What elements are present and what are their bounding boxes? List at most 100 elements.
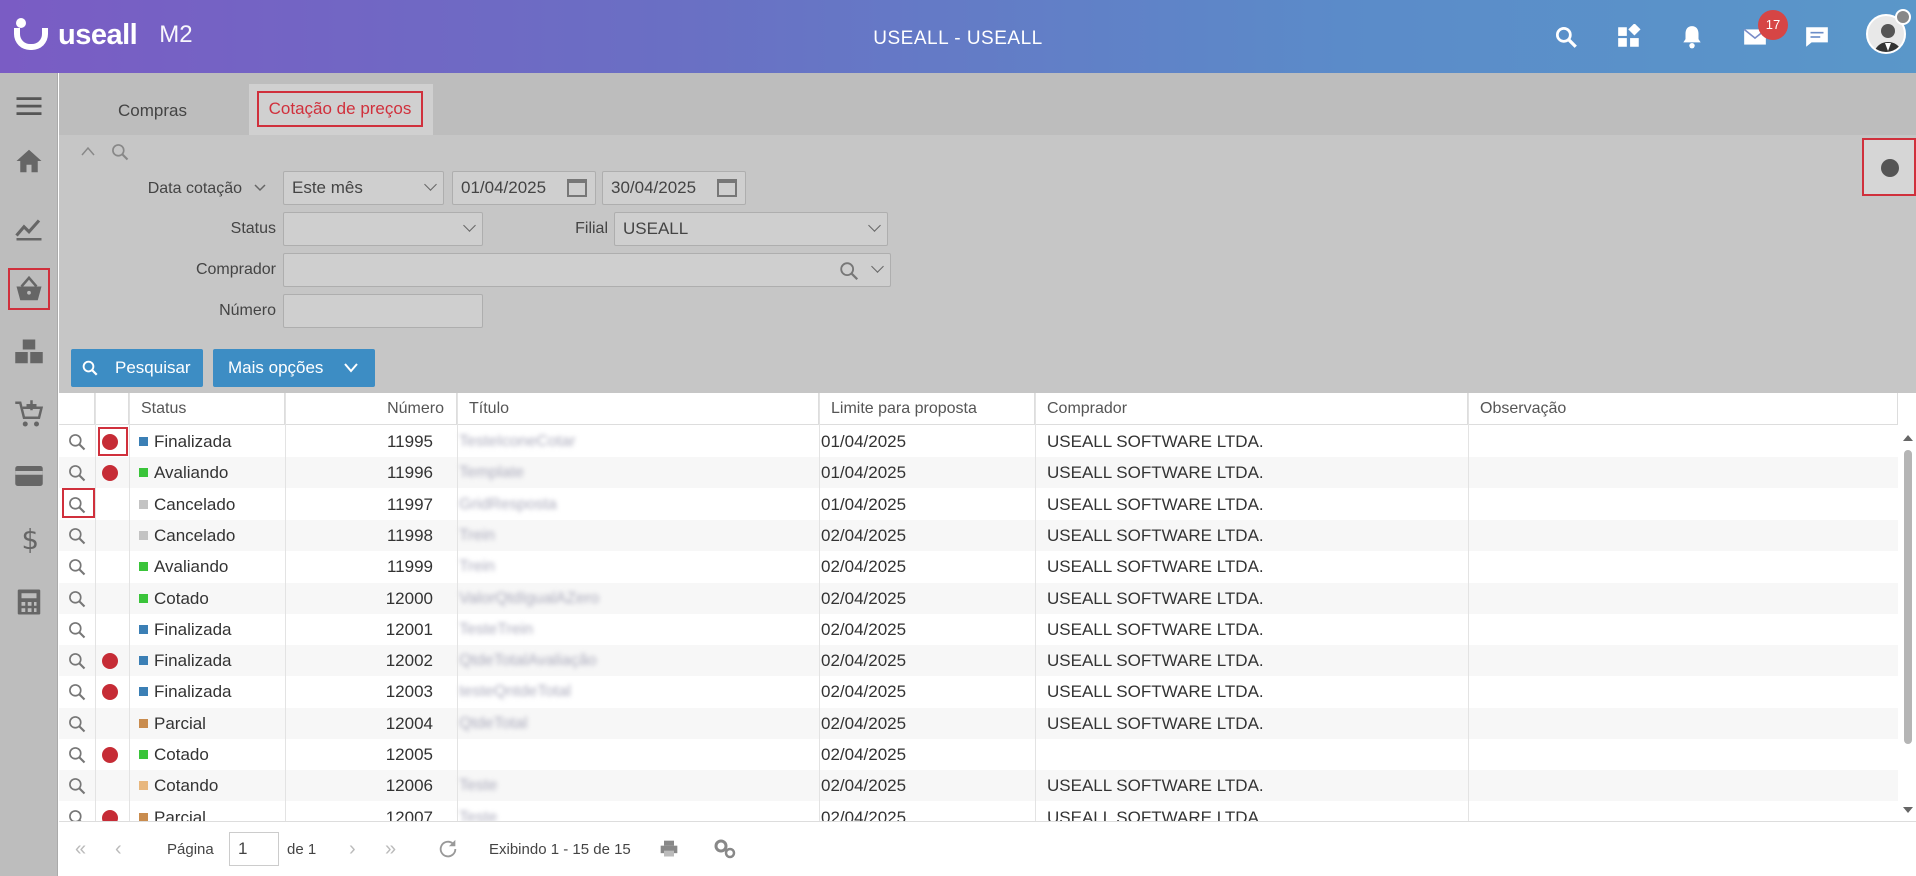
vertical-scrollbar[interactable] (1898, 430, 1916, 820)
col-numero[interactable]: Número (285, 393, 457, 425)
filter-search-icon[interactable] (110, 142, 130, 162)
print-icon[interactable] (659, 839, 679, 859)
row-flag (95, 676, 129, 707)
table-row[interactable]: Avaliando 11999 Trein 02/04/2025 USEALL SOFT… (59, 551, 1898, 582)
row-search-icon[interactable] (67, 739, 95, 770)
mais-opcoes-button[interactable]: Mais opções (213, 349, 375, 387)
pesquisar-button[interactable]: Pesquisar (71, 349, 203, 387)
row-search-icon[interactable] (67, 520, 95, 551)
first-page-icon[interactable]: « (75, 822, 86, 876)
calculator-icon[interactable] (8, 581, 50, 623)
col-limite[interactable]: Limite para proposta (819, 393, 1035, 425)
table-row[interactable]: Cancelado 11997 GridResposta 01/04/2025 USEA… (59, 489, 1898, 520)
cart-add-icon[interactable] (8, 393, 50, 435)
scroll-up-icon[interactable] (1902, 434, 1914, 442)
refresh-icon[interactable] (437, 838, 459, 860)
notification-badge[interactable]: 17 (1758, 10, 1788, 40)
top-header: useall M2 USEALL - USEALL 17 (0, 0, 1916, 73)
column-divider (1035, 393, 1036, 821)
row-search-icon[interactable] (67, 676, 95, 707)
search-icon[interactable] (838, 260, 860, 282)
row-titulo: testeQntdeTotal (459, 683, 572, 701)
card-icon[interactable] (8, 455, 50, 497)
table-row[interactable]: Cotando 12006 Teste 02/04/2025 USEALL SOFTWA… (59, 770, 1898, 802)
boxes-icon[interactable] (8, 331, 50, 373)
comprador-input[interactable] (283, 253, 891, 287)
chevron-up-icon[interactable] (80, 145, 96, 157)
status-color (139, 499, 148, 509)
filial-select[interactable]: USEALL (614, 212, 888, 246)
row-search-icon[interactable] (67, 426, 95, 457)
row-limite: 02/04/2025 (821, 619, 907, 639)
bell-icon[interactable] (1679, 24, 1705, 50)
chart-icon[interactable] (8, 207, 50, 249)
periodo-select[interactable]: Este mês (283, 171, 444, 205)
page-input[interactable]: 1 (229, 832, 279, 866)
row-search-icon[interactable] (67, 614, 95, 645)
row-status: Finalizada (154, 682, 232, 702)
search-icon[interactable] (1553, 24, 1579, 50)
data-fim-input[interactable]: 30/04/2025 (602, 171, 746, 205)
side-panel-toggle[interactable] (1862, 138, 1916, 196)
home-icon[interactable] (8, 140, 50, 182)
col-observacao[interactable]: Observação (1468, 393, 1898, 425)
table-row[interactable]: Finalizada 12001 TesteTrein 02/04/2025 USEAL… (59, 614, 1898, 645)
prev-page-icon[interactable]: ‹ (115, 822, 122, 876)
scroll-thumb[interactable] (1904, 450, 1912, 744)
col-comprador[interactable]: Comprador (1035, 393, 1468, 425)
table-row[interactable]: Finalizada 12003 testeQntdeTotal 02/04/2025… (59, 676, 1898, 707)
status-select[interactable] (283, 212, 483, 246)
calendar-icon[interactable] (567, 179, 587, 197)
table-row[interactable]: Finalizada 11995 TesteIconeCotar 01/04/2025… (59, 426, 1898, 457)
row-titulo: Template (459, 464, 524, 482)
row-status: Cotando (154, 776, 219, 796)
dollar-icon[interactable]: $ (8, 518, 50, 560)
next-page-icon[interactable]: › (349, 822, 356, 876)
row-search-icon[interactable] (67, 708, 95, 739)
chat-icon[interactable] (1804, 24, 1830, 50)
comprador-label: Comprador (195, 261, 276, 278)
col-titulo[interactable]: Título (457, 393, 819, 425)
last-page-icon[interactable]: » (385, 822, 396, 876)
row-search-icon[interactable] (67, 457, 95, 488)
red-dot-icon (102, 747, 118, 763)
row-comprador: USEALL SOFTWARE LTDA. (1047, 682, 1264, 702)
row-status: Parcial (154, 713, 206, 733)
row-comprador: USEALL SOFTWARE LTDA. (1047, 807, 1264, 821)
status-color (139, 530, 148, 540)
column-divider (457, 393, 458, 821)
tab-compras[interactable]: Compras (118, 87, 187, 135)
settings-icon[interactable] (713, 838, 737, 860)
row-numero: 12001 (385, 619, 433, 639)
basket-icon[interactable] (8, 268, 50, 310)
numero-input[interactable] (283, 294, 483, 328)
red-dot-icon (102, 465, 118, 482)
tab-cotacao-de-precos[interactable]: Cotação de preços (257, 91, 423, 127)
chevron-down-icon[interactable] (254, 183, 266, 193)
data-inicio-input[interactable]: 01/04/2025 (452, 171, 596, 205)
row-search-icon[interactable] (67, 583, 95, 614)
row-titulo: QtdeTotalAvaliação (459, 652, 597, 670)
dashboard-icon[interactable] (1616, 24, 1642, 50)
col-status[interactable]: Status (129, 393, 285, 425)
table-row[interactable]: Cotado 12005 02/04/2025 (59, 739, 1898, 770)
row-flag (95, 457, 129, 488)
table-header: Status Número Título Limite para propost… (59, 393, 1898, 425)
row-status: Avaliando (154, 557, 229, 577)
menu-icon[interactable] (8, 85, 50, 127)
table-row[interactable]: Cotado 12000 ValorQtdIgualAZero 02/04/2025 U… (59, 582, 1898, 614)
row-limite: 02/04/2025 (821, 807, 907, 821)
row-numero: 12000 (385, 588, 433, 608)
row-search-icon[interactable] (67, 802, 95, 821)
numero-label: Número (219, 302, 276, 319)
table-row[interactable]: Parcial 12004 QtdeTotal 02/04/2025 USEALL SO… (59, 707, 1898, 739)
table-row[interactable]: Finalizada 12002 QtdeTotalAvaliação 02/04/2… (59, 645, 1898, 677)
table-row[interactable]: Cancelado 11998 Trein 02/04/2025 USEALL SOFT… (59, 519, 1898, 551)
scroll-down-icon[interactable] (1902, 806, 1914, 814)
calendar-icon[interactable] (717, 179, 737, 197)
row-search-icon[interactable] (67, 770, 95, 801)
row-search-icon[interactable] (67, 551, 95, 582)
table-row[interactable]: Avaliando 11996 Template 01/04/2025 USEALL S… (59, 457, 1898, 489)
row-search-icon[interactable] (67, 645, 95, 676)
table-row[interactable]: Parcial 12007 Teste 02/04/2025 USEALL SOFTWA… (59, 802, 1898, 821)
